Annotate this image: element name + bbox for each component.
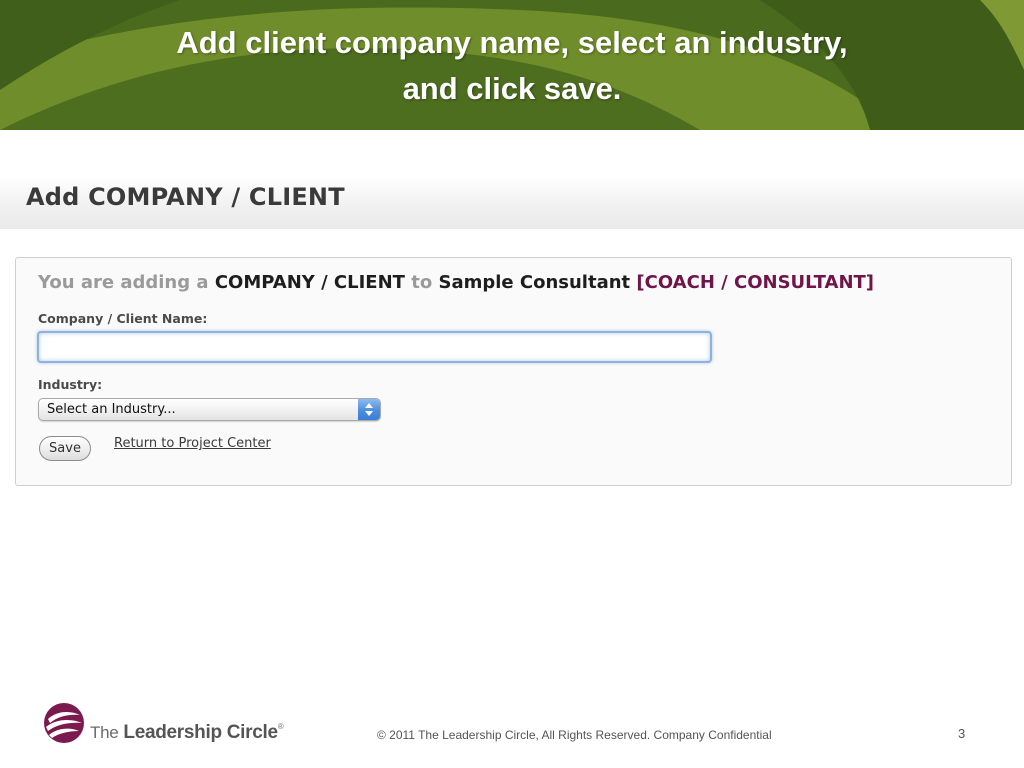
copyright-notice: © 2011 The Leadership Circle, All Rights… — [377, 728, 772, 742]
page-title: Add COMPANY / CLIENT — [26, 183, 345, 211]
context-prefix: You are adding a — [38, 272, 209, 293]
save-button[interactable]: Save — [39, 436, 91, 461]
industry-select[interactable]: Select an Industry... — [38, 398, 381, 421]
industry-label: Industry: — [38, 377, 103, 392]
company-name-label: Company / Client Name: — [38, 311, 208, 326]
form-context-line: You are adding a COMPANY / CLIENT to Sam… — [38, 272, 874, 293]
leadership-circle-logo-icon — [44, 703, 84, 743]
logo-name-2: Circle — [226, 722, 278, 743]
slide-title-line-2: and click save. — [402, 71, 622, 106]
select-arrows-icon — [358, 399, 380, 420]
slide-page-number: 3 — [958, 726, 966, 741]
leadership-circle-logo-text: The Leadership Circle® — [90, 722, 284, 744]
slide-title: Add client company name, select an indus… — [0, 20, 1024, 112]
context-connector: to — [411, 272, 433, 293]
logo-registered-mark: ® — [277, 722, 284, 731]
logo-the: The — [90, 723, 119, 742]
context-role: [COACH / CONSULTANT] — [636, 272, 875, 293]
logo-name-1: Leadership — [123, 722, 222, 743]
company-name-input[interactable] — [37, 331, 712, 363]
industry-selected-value: Select an Industry... — [47, 402, 176, 417]
context-entity: COMPANY / CLIENT — [214, 272, 405, 293]
slide-banner: Add client company name, select an indus… — [0, 0, 1024, 130]
return-to-project-center-link[interactable]: Return to Project Center — [114, 436, 271, 451]
slide-title-line-1: Add client company name, select an indus… — [176, 25, 848, 60]
context-consultant: Sample Consultant — [438, 272, 631, 293]
